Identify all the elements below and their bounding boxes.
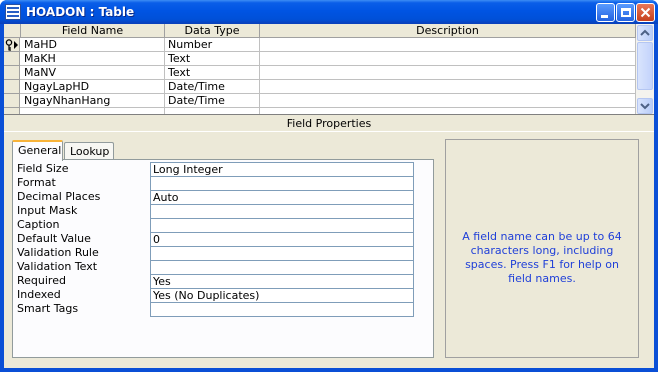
help-text-panel: A field name can be up to 64 characters … xyxy=(445,139,639,358)
data-type-cell[interactable]: Date/Time xyxy=(165,94,260,108)
property-value-field[interactable]: Yes xyxy=(150,274,414,288)
property-value-field[interactable] xyxy=(150,204,414,218)
property-value-field[interactable] xyxy=(150,260,414,274)
field-name-cell[interactable]: MaNV xyxy=(21,66,165,80)
description-cell[interactable] xyxy=(260,108,636,114)
minimize-icon xyxy=(601,15,608,18)
data-type-cell[interactable]: Date/Time xyxy=(165,80,260,94)
property-label: Validation Text xyxy=(17,260,98,273)
window-title: HOADON : Table xyxy=(26,5,135,19)
property-label: Default Value xyxy=(17,232,91,245)
field-name-cell[interactable] xyxy=(21,108,165,114)
close-button[interactable] xyxy=(636,3,655,22)
table-row[interactable]: MaHD Number xyxy=(4,38,636,52)
title-bar[interactable]: HOADON : Table xyxy=(0,0,658,24)
column-header-description[interactable]: Description xyxy=(260,24,636,38)
property-indexed: Indexed Yes (No Duplicates) xyxy=(17,288,419,302)
property-validation-rule: Validation Rule xyxy=(17,246,419,260)
data-type-cell[interactable]: Text xyxy=(165,66,260,80)
minimize-button[interactable] xyxy=(596,3,615,22)
property-decimal-places: Decimal Places Auto xyxy=(17,190,419,204)
description-cell[interactable] xyxy=(260,94,636,108)
property-value-field[interactable] xyxy=(150,176,414,190)
property-smart-tags: Smart Tags xyxy=(17,302,419,317)
column-header-field-name[interactable]: Field Name xyxy=(21,24,165,38)
row-selector[interactable] xyxy=(4,52,20,66)
close-icon xyxy=(640,7,651,18)
property-format: Format xyxy=(17,176,419,190)
field-name-cell[interactable]: NgayNhanHang xyxy=(21,94,165,108)
property-value-field[interactable]: 0 xyxy=(150,232,414,246)
row-selector[interactable] xyxy=(4,66,20,80)
table-row[interactable] xyxy=(4,108,636,114)
data-type-cell[interactable]: Text xyxy=(165,52,260,66)
description-cell[interactable] xyxy=(260,80,636,94)
property-value-field[interactable]: Long Integer xyxy=(150,162,414,176)
property-value-field[interactable] xyxy=(150,302,414,317)
table-row[interactable]: NgayLapHD Date/Time xyxy=(4,80,636,94)
property-value-field[interactable] xyxy=(150,246,414,260)
property-label: Caption xyxy=(17,218,60,231)
field-name-cell[interactable]: NgayLapHD xyxy=(21,80,165,94)
column-header-data-type[interactable]: Data Type xyxy=(165,24,260,38)
scroll-up-button[interactable] xyxy=(637,25,653,41)
field-properties-label: Field Properties xyxy=(4,116,654,132)
scroll-thumb[interactable] xyxy=(637,42,653,90)
table-row[interactable]: MaKH Text xyxy=(4,52,636,66)
field-name-cell[interactable]: MaHD xyxy=(21,38,165,52)
chevron-up-icon xyxy=(640,29,650,36)
property-label: Field Size xyxy=(17,162,69,175)
field-grid: Field Name Data Type Description MaHD Nu… xyxy=(4,24,654,115)
description-cell[interactable] xyxy=(260,38,636,52)
general-properties-panel: Field Size Long Integer Format Decimal P… xyxy=(12,159,434,358)
row-selector[interactable] xyxy=(4,94,20,108)
description-cell[interactable] xyxy=(260,66,636,80)
table-row[interactable]: NgayNhanHang Date/Time xyxy=(4,94,636,108)
description-cell[interactable] xyxy=(260,52,636,66)
key-icon xyxy=(5,39,18,51)
scroll-down-button[interactable] xyxy=(637,98,653,114)
property-label: Indexed xyxy=(17,288,61,301)
row-selector[interactable] xyxy=(4,108,20,114)
property-label: Smart Tags xyxy=(17,302,79,315)
property-label: Validation Rule xyxy=(17,246,99,259)
data-type-cell[interactable]: Number xyxy=(165,38,260,52)
table-row[interactable]: MaNV Text xyxy=(4,66,636,80)
field-name-cell[interactable]: MaKH xyxy=(21,52,165,66)
property-label: Input Mask xyxy=(17,204,78,217)
vertical-scrollbar[interactable] xyxy=(636,24,654,114)
tab-lookup[interactable]: Lookup xyxy=(64,142,114,160)
property-label: Decimal Places xyxy=(17,190,101,203)
row-selector[interactable] xyxy=(4,80,20,94)
property-value-field[interactable]: Auto xyxy=(150,190,414,204)
tab-general[interactable]: General xyxy=(12,140,63,161)
property-value-field[interactable] xyxy=(150,218,414,232)
property-input-mask: Input Mask xyxy=(17,204,419,218)
chevron-down-icon xyxy=(640,103,650,110)
data-type-cell[interactable] xyxy=(165,108,260,114)
restore-icon xyxy=(621,8,631,17)
property-caption: Caption xyxy=(17,218,419,232)
property-required: Required Yes xyxy=(17,274,419,288)
property-value-field[interactable]: Yes (No Duplicates) xyxy=(150,288,414,302)
property-validation-text: Validation Text xyxy=(17,260,419,274)
table-icon[interactable] xyxy=(5,4,21,20)
table-design-window: HOADON : Table Field Name Data Type Desc… xyxy=(0,0,658,372)
row-selector-header xyxy=(4,24,21,38)
client-area: Field Name Data Type Description MaHD Nu… xyxy=(4,24,654,368)
property-field-size: Field Size Long Integer xyxy=(17,162,419,176)
row-selector[interactable] xyxy=(4,38,20,52)
property-label: Required xyxy=(17,274,66,287)
property-default-value: Default Value 0 xyxy=(17,232,419,246)
property-label: Format xyxy=(17,176,56,189)
restore-button[interactable] xyxy=(616,3,635,22)
